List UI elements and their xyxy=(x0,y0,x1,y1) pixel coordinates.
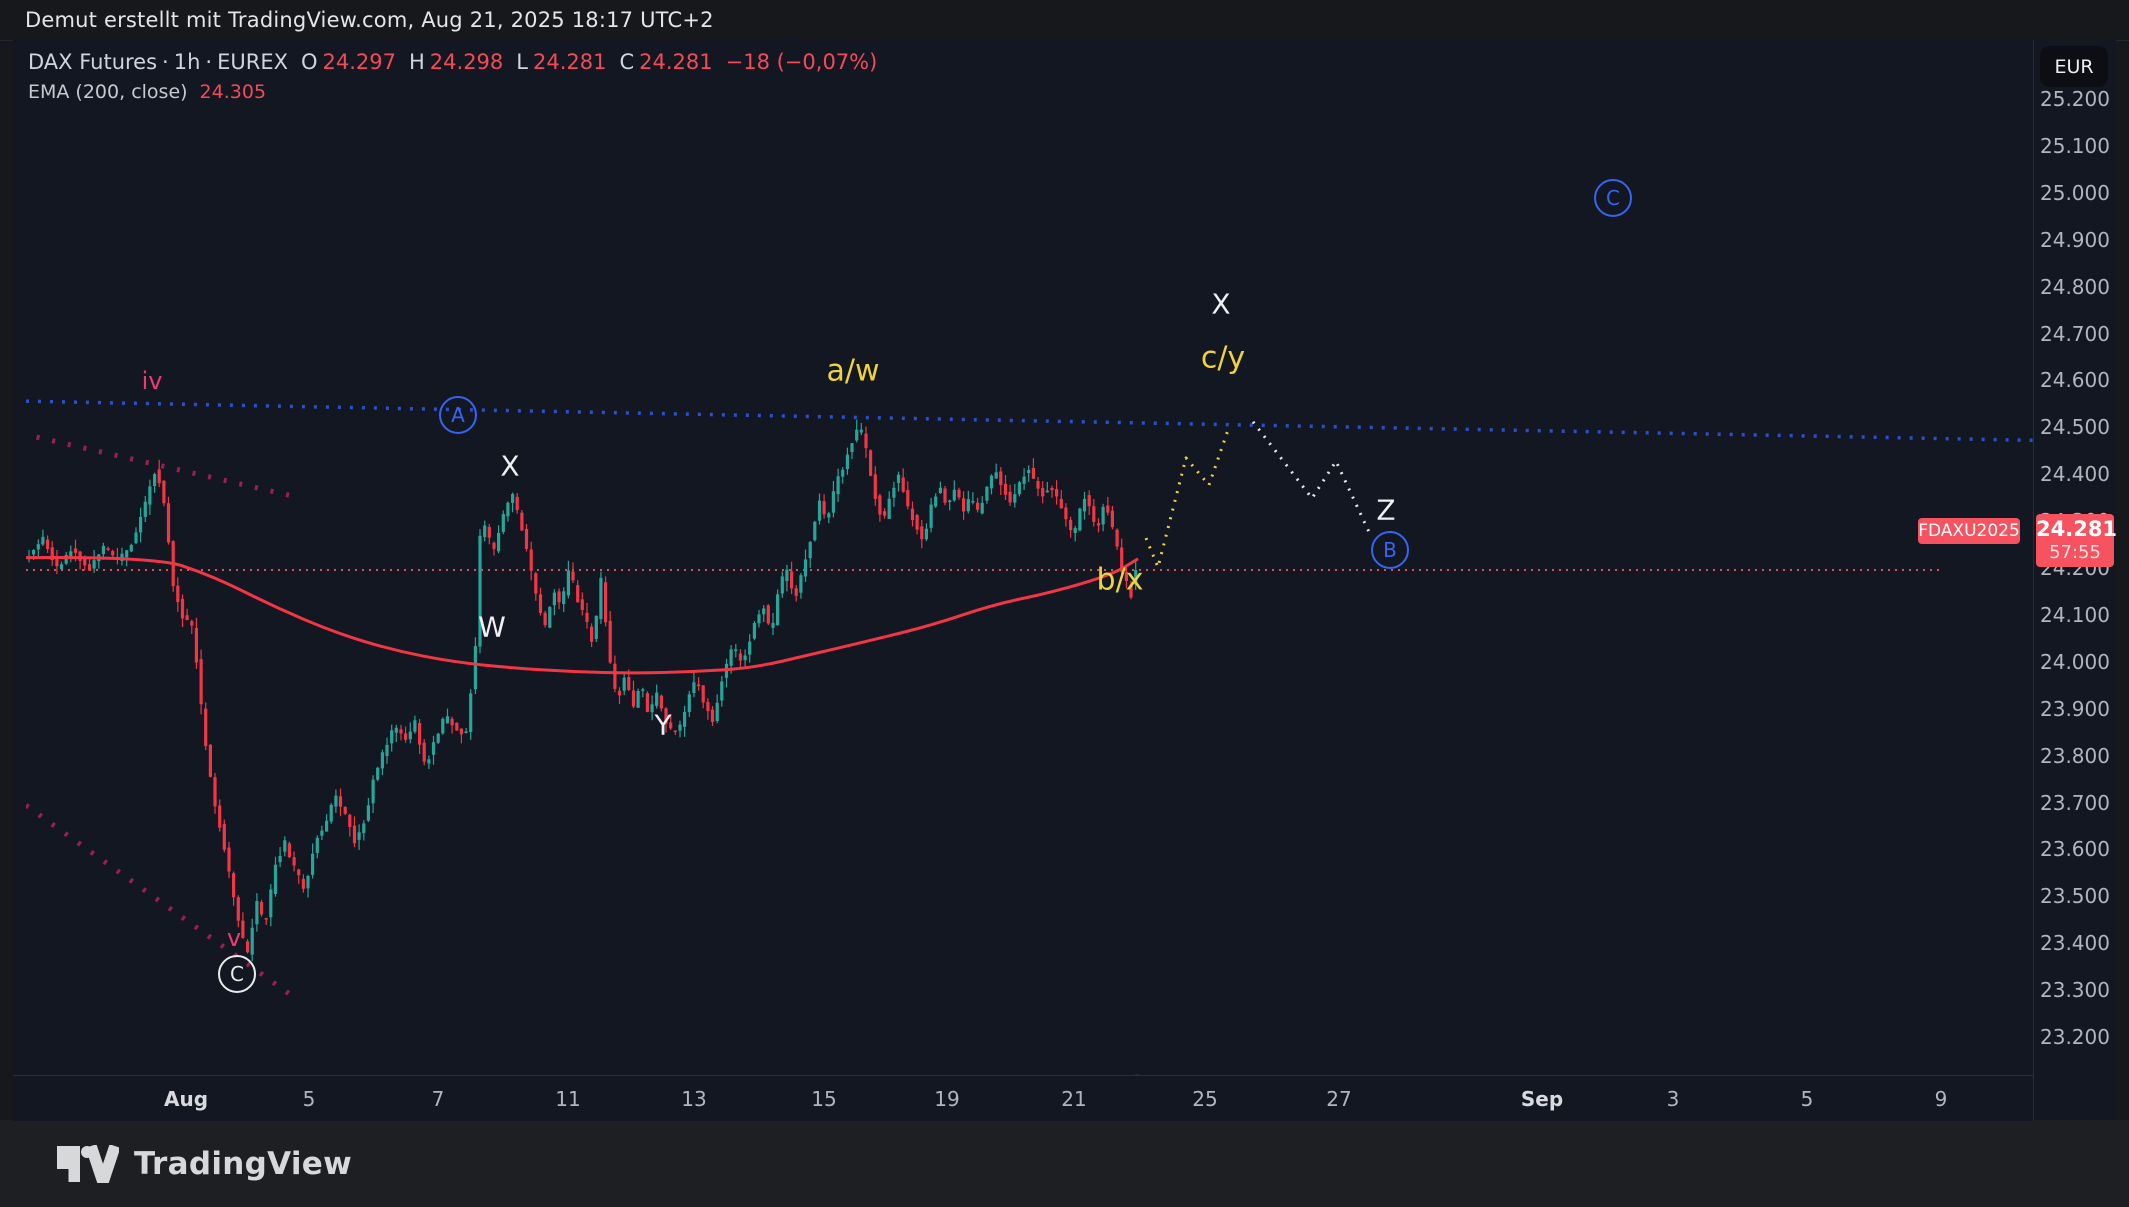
wave-label-iv[interactable]: iv xyxy=(142,367,163,395)
time-tick: 13 xyxy=(681,1087,706,1111)
price-tick: 24.100 xyxy=(2034,603,2116,627)
wave-label-Y[interactable]: Y xyxy=(654,709,671,742)
time-tick: 21 xyxy=(1061,1087,1086,1111)
wave-label-c-y[interactable]: c/y xyxy=(1201,341,1245,376)
tradingview-logo-text: TradingView xyxy=(134,1146,352,1182)
white-zigzag[interactable] xyxy=(1253,422,1369,532)
price-line-symbol-badge: FDAXU2025 xyxy=(1918,518,2020,544)
ohlc-low: L24.281 xyxy=(516,50,606,74)
wave-label-X[interactable]: X xyxy=(1211,288,1230,321)
time-tick: 3 xyxy=(1667,1087,1680,1111)
time-tick: 5 xyxy=(1801,1087,1814,1111)
wave-label-C[interactable]: C xyxy=(1594,179,1632,217)
time-tick: 9 xyxy=(1935,1087,1948,1111)
indicator-name: EMA (200, close) xyxy=(28,81,188,103)
blue-dotted-resistance[interactable] xyxy=(26,401,2033,440)
time-tick: 27 xyxy=(1326,1087,1351,1111)
ohlc-high: H24.298 xyxy=(409,50,503,74)
price-tick: 24.600 xyxy=(2034,368,2116,392)
attribution-text: Demut erstellt mit TradingView.com, Aug … xyxy=(25,8,714,32)
yellow-zigzag[interactable] xyxy=(1146,427,1229,567)
price-tick: 23.400 xyxy=(2034,931,2116,955)
time-tick: 11 xyxy=(555,1087,580,1111)
wave-label-a-w[interactable]: a/w xyxy=(826,354,879,389)
attribution-bar: Demut erstellt mit TradingView.com, Aug … xyxy=(0,0,2129,41)
wave-label-Z[interactable]: Z xyxy=(1376,494,1395,527)
price-tick: 25.200 xyxy=(2034,87,2116,111)
time-tick: 15 xyxy=(811,1087,836,1111)
chart-legend: DAX Futures · 1h · EUREX O24.297 H24.298… xyxy=(28,50,877,103)
last-price-badge: 24.281 57:55 xyxy=(2036,514,2114,567)
wave-label-W[interactable]: W xyxy=(478,611,506,644)
time-tick: Sep xyxy=(1521,1087,1563,1111)
bar-countdown: 57:55 xyxy=(2036,542,2114,563)
wave-label-C[interactable]: C xyxy=(218,955,256,993)
wave-label-b-x[interactable]: b/x xyxy=(1097,563,1144,598)
time-tick: 25 xyxy=(1192,1087,1217,1111)
price-tick: 23.800 xyxy=(2034,744,2116,768)
price-tick: 23.600 xyxy=(2034,837,2116,861)
last-price-value: 24.281 xyxy=(2036,517,2114,542)
price-tick: 24.000 xyxy=(2034,650,2116,674)
price-tick: 23.300 xyxy=(2034,978,2116,1002)
time-tick: 5 xyxy=(303,1087,316,1111)
footer-bar: TradingView xyxy=(0,1120,2129,1207)
price-tick: 24.900 xyxy=(2034,228,2116,252)
time-tick: Aug xyxy=(164,1087,208,1111)
wave-label-A[interactable]: A xyxy=(439,396,477,434)
symbol-legend-row[interactable]: DAX Futures · 1h · EUREX O24.297 H24.298… xyxy=(28,50,877,74)
wave-label-B[interactable]: B xyxy=(1371,531,1409,569)
indicator-legend-row[interactable]: EMA (200, close) 24.305 xyxy=(28,81,877,103)
symbol-title: DAX Futures · 1h · EUREX xyxy=(28,50,288,74)
ohlc-open: O24.297 xyxy=(301,50,396,74)
time-tick: 7 xyxy=(432,1087,445,1111)
chart-pane[interactable] xyxy=(13,40,2033,1075)
time-tick: 19 xyxy=(934,1087,959,1111)
price-tick: 24.800 xyxy=(2034,275,2116,299)
price-tick: 25.100 xyxy=(2034,134,2116,158)
currency-toggle-button[interactable]: EUR xyxy=(2040,46,2108,87)
candle-bodies xyxy=(27,430,1137,955)
tradingview-logo-icon xyxy=(57,1145,119,1183)
candlestick-chart[interactable] xyxy=(13,40,2033,1075)
price-tick: 25.000 xyxy=(2034,181,2116,205)
tradingview-snapshot: Demut erstellt mit TradingView.com, Aug … xyxy=(0,0,2129,1207)
wave-label-v[interactable]: v xyxy=(227,924,241,952)
indicator-value: 24.305 xyxy=(200,81,266,103)
price-axis[interactable]: EUR 24.281 57:55 25.200 25.100 25.000 24.90… xyxy=(2033,40,2116,1120)
tradingview-logo[interactable]: TradingView xyxy=(57,1145,352,1183)
price-tick: 24.700 xyxy=(2034,322,2116,346)
price-tick: 23.500 xyxy=(2034,884,2116,908)
price-tick: 24.400 xyxy=(2034,462,2116,486)
price-tick: 23.700 xyxy=(2034,791,2116,815)
time-axis[interactable]: Aug 5 7 11 13 15 19 21 25 27 Sep 3 5 9 xyxy=(13,1075,2033,1121)
price-tick: 24.500 xyxy=(2034,415,2116,439)
wave-label-X[interactable]: X xyxy=(500,450,519,483)
price-tick: 23.900 xyxy=(2034,697,2116,721)
price-tick: 23.200 xyxy=(2034,1025,2116,1049)
change-value: −18 (−0,07%) xyxy=(726,50,878,74)
ohlc-close: C24.281 xyxy=(619,50,712,74)
